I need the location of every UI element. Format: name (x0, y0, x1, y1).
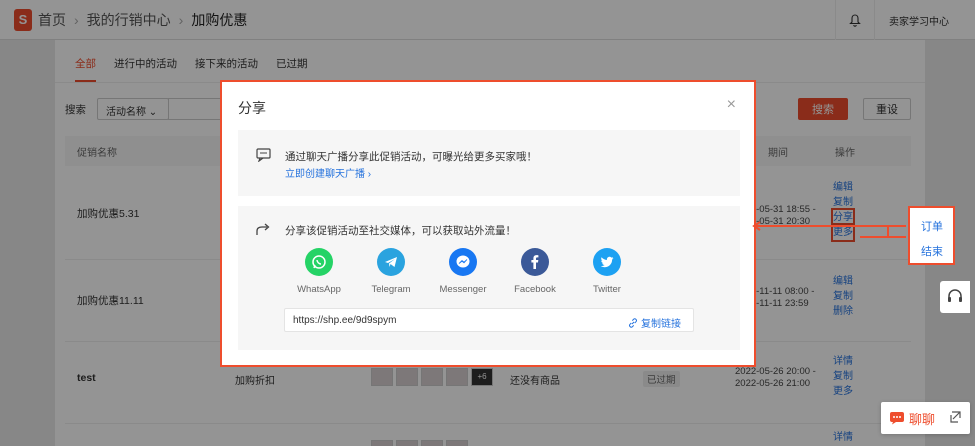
expand-icon[interactable] (950, 411, 962, 426)
more-menu-callout: 订单 结束 (908, 206, 955, 265)
chat-button[interactable]: 聊聊 (881, 402, 970, 434)
callout-order[interactable]: 订单 (921, 218, 943, 234)
chat-bubble-icon (890, 412, 904, 425)
chat-label: 聊聊 (909, 411, 936, 427)
headset-icon[interactable] (940, 281, 970, 313)
callout-end[interactable]: 结束 (921, 243, 943, 259)
annotation-arrows (752, 221, 906, 238)
